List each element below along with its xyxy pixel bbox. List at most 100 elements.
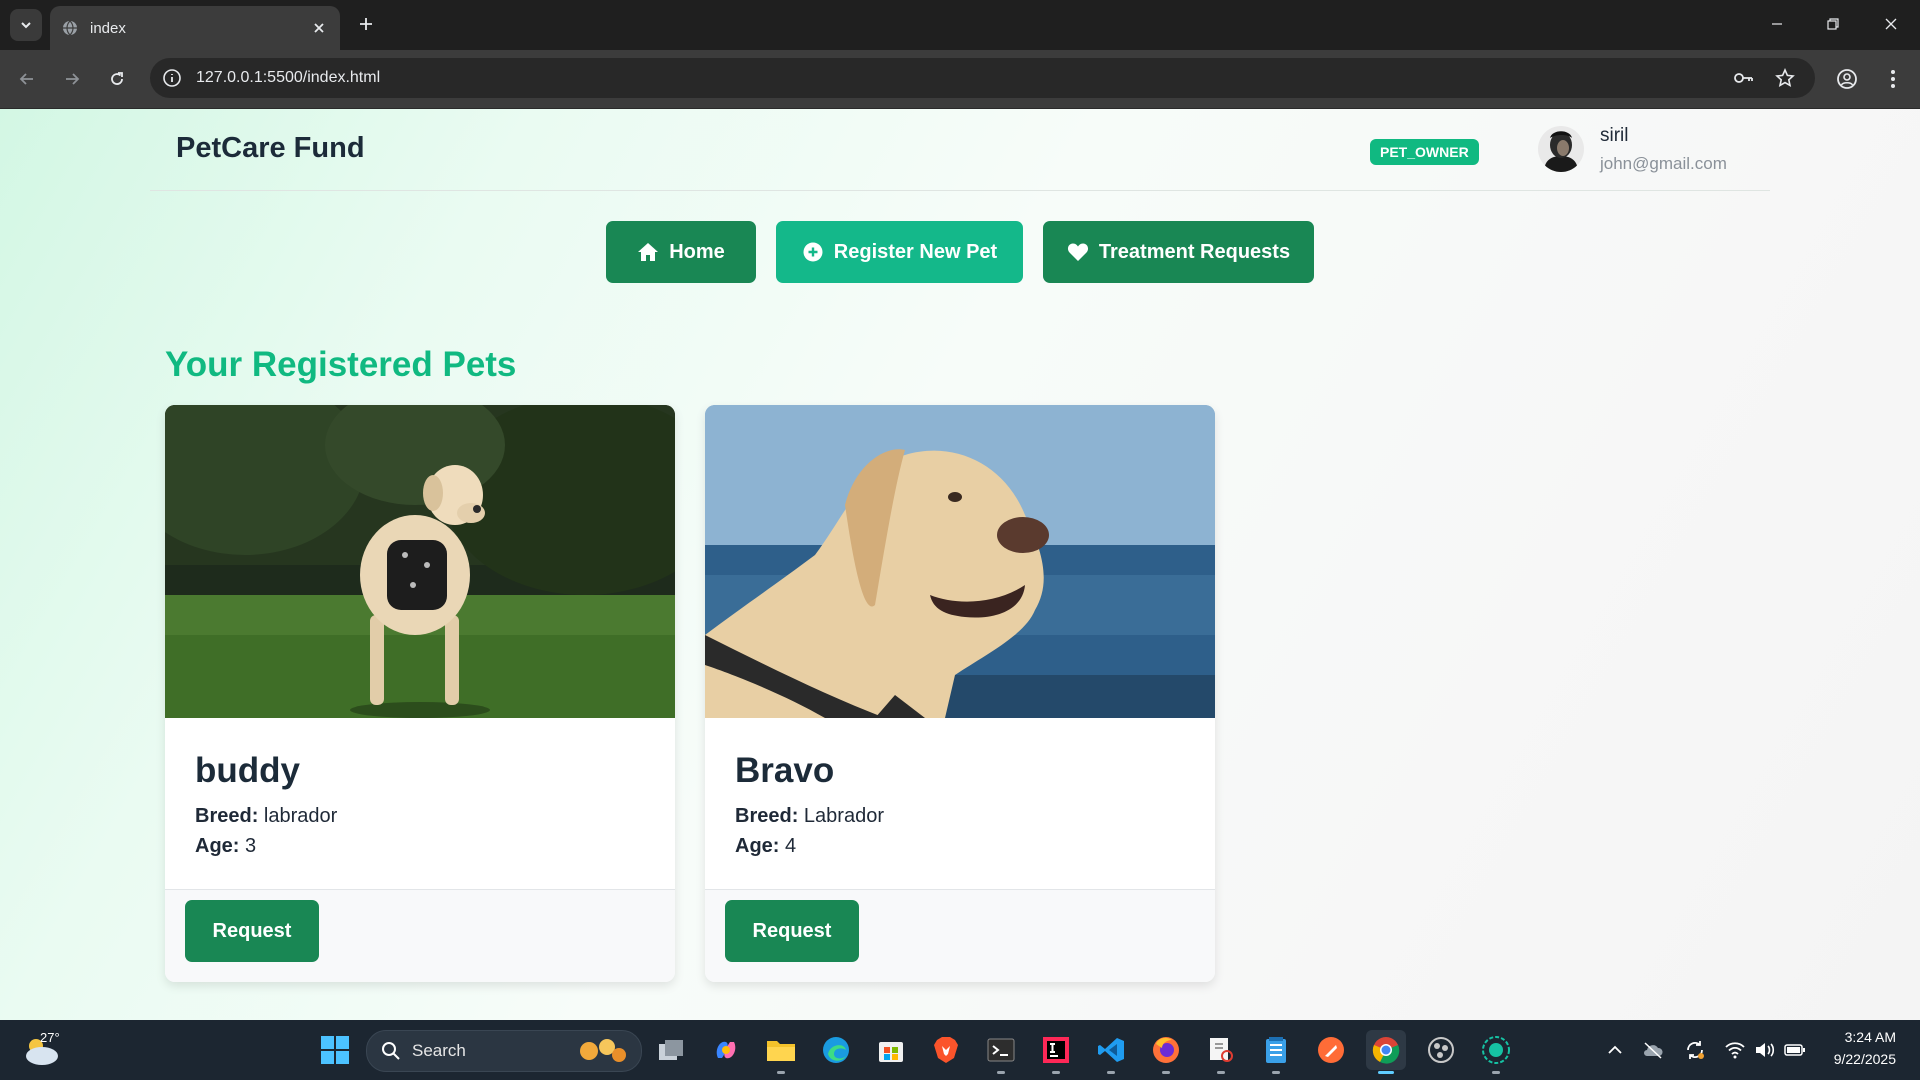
back-button[interactable] xyxy=(12,64,42,94)
task-view-icon xyxy=(659,1040,683,1060)
plus-icon xyxy=(360,18,372,30)
brave-icon xyxy=(934,1037,958,1063)
firefox-button[interactable] xyxy=(1146,1030,1186,1074)
vscode-icon xyxy=(1098,1038,1124,1062)
folder-icon xyxy=(767,1041,795,1061)
page-viewport: PetCare Fund PET_OWNER siril john@gmail.… xyxy=(0,109,1920,1020)
section-title: Your Registered Pets xyxy=(165,345,517,384)
site-info-icon[interactable] xyxy=(162,68,182,88)
brand-logo[interactable]: PetCare Fund xyxy=(176,132,365,165)
avatar-image xyxy=(1538,126,1584,172)
request-button[interactable]: Request xyxy=(185,900,319,962)
intellij-icon xyxy=(1043,1037,1069,1063)
close-tab-button[interactable] xyxy=(308,17,330,39)
register-label: Register New Pet xyxy=(833,240,998,263)
close-window-button[interactable] xyxy=(1868,8,1914,40)
avatar[interactable] xyxy=(1538,126,1584,172)
onedrive-button[interactable] xyxy=(1642,1039,1664,1061)
restore-button[interactable] xyxy=(1810,8,1856,40)
reload-icon xyxy=(111,72,123,85)
user-name: siril xyxy=(1600,125,1629,146)
wifi-button[interactable] xyxy=(1724,1039,1746,1061)
running-indicator xyxy=(1052,1071,1060,1074)
wifi-icon xyxy=(1725,1042,1745,1059)
forward-button[interactable] xyxy=(57,64,87,94)
search-placeholder: Search xyxy=(412,1041,466,1060)
vscode-button[interactable] xyxy=(1091,1030,1131,1074)
main-navigation: Home Register New Pet Treatment Requests xyxy=(0,221,1920,283)
snipping-tool-button[interactable] xyxy=(1201,1030,1241,1074)
running-indicator xyxy=(997,1071,1005,1074)
restore-icon xyxy=(1827,18,1839,30)
browser-tab-bar: index xyxy=(0,0,1920,50)
pet-age: Age: 4 xyxy=(735,835,797,857)
address-bar[interactable]: 127.0.0.1:5500/index.html xyxy=(150,58,1815,98)
treatments-label: Treatment Requests xyxy=(1098,240,1291,263)
clock-time[interactable]: 3:24 AM xyxy=(1845,1029,1896,1045)
browser-tab[interactable]: index xyxy=(50,6,340,50)
running-indicator xyxy=(1378,1071,1394,1074)
battery-icon xyxy=(1784,1044,1805,1056)
intellij-button[interactable] xyxy=(1036,1030,1076,1074)
postman-button[interactable] xyxy=(1311,1030,1351,1070)
running-indicator xyxy=(1107,1071,1115,1074)
profile-button[interactable] xyxy=(1834,66,1860,92)
site-header: PetCare Fund PET_OWNER siril john@gmail.… xyxy=(150,109,1770,191)
bookmark-button[interactable] xyxy=(1774,67,1796,89)
taskbar-search[interactable]: Search xyxy=(366,1030,642,1072)
pet-card: Bravo Breed: Labrador Age: 4 Request xyxy=(705,405,1215,982)
minimize-icon xyxy=(1772,23,1782,25)
close-icon xyxy=(1885,18,1897,30)
pet-age: Age: 3 xyxy=(195,835,257,857)
sync-icon xyxy=(1687,1041,1704,1059)
register-pet-button[interactable]: Register New Pet xyxy=(776,221,1023,283)
password-key-button[interactable] xyxy=(1732,67,1754,89)
arrow-left-icon xyxy=(19,73,33,85)
file-explorer-button[interactable] xyxy=(761,1030,801,1074)
plus-circle-icon xyxy=(802,241,824,263)
copilot-button[interactable] xyxy=(706,1030,746,1070)
edge-button[interactable] xyxy=(816,1030,856,1070)
running-indicator xyxy=(1492,1071,1500,1074)
battery-button[interactable] xyxy=(1784,1039,1806,1061)
screen-recorder-button[interactable] xyxy=(1476,1030,1516,1074)
arrow-right-icon xyxy=(66,73,80,85)
chrome-button[interactable] xyxy=(1366,1030,1406,1074)
sync-button[interactable] xyxy=(1684,1039,1706,1061)
pet-name: buddy xyxy=(195,751,300,790)
volume-button[interactable] xyxy=(1754,1039,1776,1061)
show-hidden-icons-button[interactable] xyxy=(1604,1039,1626,1061)
store-button[interactable] xyxy=(871,1030,911,1070)
star-icon xyxy=(1775,68,1795,87)
request-button[interactable]: Request xyxy=(725,900,859,962)
home-label: Home xyxy=(669,240,725,263)
more-vert-icon xyxy=(1891,70,1895,88)
chevron-up-icon xyxy=(1608,1045,1622,1054)
pet-name: Bravo xyxy=(735,751,835,790)
brave-button[interactable] xyxy=(926,1030,966,1070)
notepad-button[interactable] xyxy=(1256,1030,1296,1074)
home-button[interactable]: Home xyxy=(606,221,756,283)
url-text[interactable]: 127.0.0.1:5500/index.html xyxy=(196,69,380,87)
obs-button[interactable] xyxy=(1421,1030,1461,1070)
start-button[interactable] xyxy=(315,1030,355,1070)
new-tab-button[interactable] xyxy=(354,12,378,36)
reload-button[interactable] xyxy=(102,64,132,94)
terminal-button[interactable] xyxy=(981,1030,1021,1074)
role-badge: PET_OWNER xyxy=(1370,139,1479,165)
record-icon xyxy=(1482,1036,1510,1064)
volume-icon xyxy=(1756,1043,1775,1057)
treatment-requests-button[interactable]: Treatment Requests xyxy=(1043,221,1314,283)
card-footer: Request xyxy=(165,889,675,982)
edge-icon xyxy=(823,1037,849,1063)
user-email: john@gmail.com xyxy=(1600,154,1727,173)
minimize-button[interactable] xyxy=(1754,8,1800,40)
clock-date[interactable]: 9/22/2025 xyxy=(1834,1051,1896,1067)
running-indicator xyxy=(1217,1071,1225,1074)
chevron-down-icon xyxy=(21,22,31,29)
profile-icon xyxy=(1837,69,1857,89)
task-view-button[interactable] xyxy=(651,1030,691,1070)
browser-menu-button[interactable] xyxy=(1880,66,1906,92)
tab-search-button[interactable] xyxy=(10,9,42,41)
store-icon xyxy=(879,1042,903,1062)
